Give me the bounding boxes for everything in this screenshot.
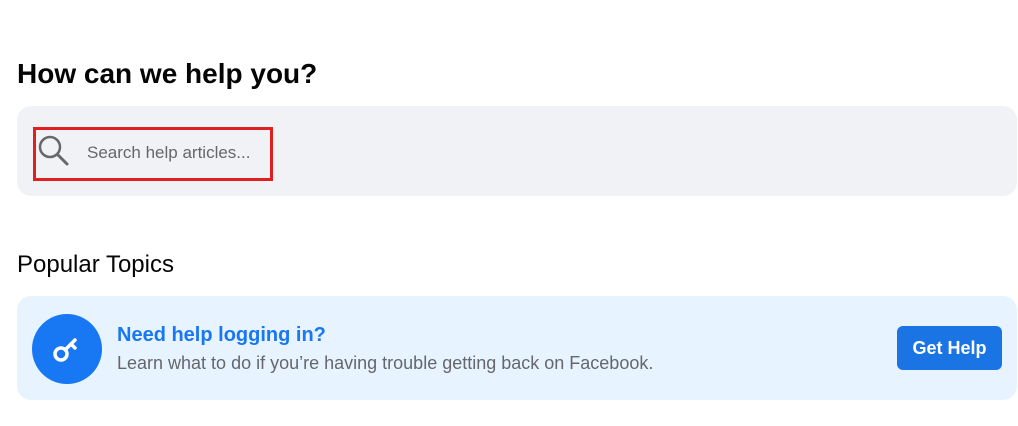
- help-center-page: How can we help you? Popular Topics Need…: [0, 0, 1018, 426]
- get-help-button[interactable]: Get Help: [897, 326, 1002, 370]
- key-icon: [53, 338, 77, 362]
- page-title: How can we help you?: [17, 58, 318, 89]
- search-input[interactable]: [87, 140, 287, 166]
- topic-description: Learn what to do if you’re having troubl…: [117, 353, 654, 373]
- popular-topics-heading: Popular Topics: [17, 251, 174, 278]
- search-bar[interactable]: [17, 106, 1017, 196]
- topic-icon-circle: [32, 314, 102, 384]
- topic-card-login-help[interactable]: Need help logging in? Learn what to do i…: [17, 296, 1017, 400]
- search-icon: [37, 134, 71, 168]
- topic-title-link[interactable]: Need help logging in?: [117, 323, 326, 347]
